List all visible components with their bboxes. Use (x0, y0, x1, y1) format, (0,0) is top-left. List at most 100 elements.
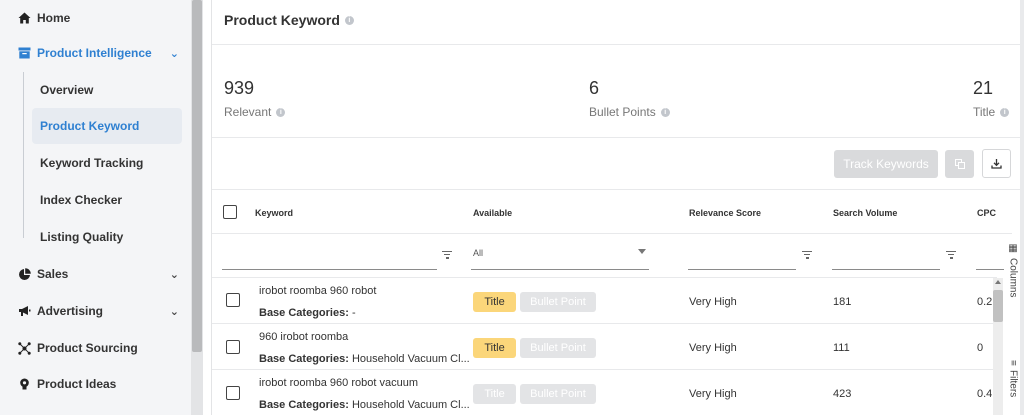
cpc-cell: 0.4 (977, 388, 993, 400)
columns-side-tab-label: Columns (1007, 258, 1019, 298)
title-tag: Title (473, 338, 516, 358)
base-categories-label: Base Categories: (259, 307, 349, 319)
column-header-keyword[interactable]: Keyword (255, 208, 293, 218)
base-categories-label: Base Categories: (259, 353, 349, 365)
base-categories-value: Household Vacuum Cl... (351, 353, 470, 365)
sidebar-item-product-sourcing[interactable]: Product Sourcing (0, 330, 191, 366)
info-icon[interactable]: i (344, 15, 354, 25)
bullet-point-tag: Bullet Point (520, 338, 596, 358)
sidebar-item-product-ideas[interactable]: Product Ideas (0, 366, 191, 402)
megaphone-icon (14, 305, 34, 317)
sidebar-sub-product-keyword[interactable]: Product Keyword (32, 108, 182, 144)
base-categories-cell: Base Categories: - (259, 307, 356, 319)
bullet-point-tag: Bullet Point (520, 292, 596, 312)
main-panel: Product Keyword i 939 Relevant i 6 Bullet… (211, 0, 1024, 415)
row-checkbox[interactable] (226, 340, 240, 354)
relevance-cell: Very High (689, 296, 737, 308)
stat-value: 6 (589, 78, 600, 98)
keyword-cell: irobot roomba 960 robot (259, 285, 377, 297)
column-header-search-volume[interactable]: Search Volume (833, 208, 897, 218)
track-keywords-button[interactable]: Track Keywords (834, 150, 938, 178)
sidebar-scrollbar-thumb[interactable] (192, 0, 202, 352)
network-icon (14, 341, 34, 355)
search-volume-cell: 423 (833, 388, 852, 400)
column-header-cpc[interactable]: CPC (977, 208, 996, 218)
base-categories-cell: Base Categories: Household Vacuum Cl... (259, 399, 470, 411)
scroll-up-icon[interactable] (995, 280, 1001, 284)
info-icon[interactable]: i (1000, 107, 1010, 117)
sidebar-item-label: Sales (37, 267, 69, 281)
sidebar: Home Product Intelligence ⌄ Overview Pro… (0, 0, 191, 415)
sidebar-sub-index-checker[interactable]: Index Checker (32, 182, 182, 218)
table-scrollbar-thumb[interactable] (993, 290, 1003, 322)
sidebar-item-label: Product Sourcing (37, 341, 138, 355)
sidebar-sub-keyword-tracking[interactable]: Keyword Tracking (32, 145, 182, 181)
column-header-available[interactable]: Available (473, 208, 512, 218)
lightbulb-icon (14, 378, 34, 391)
available-filter-select[interactable]: All (473, 248, 483, 258)
filter-icon[interactable] (442, 251, 452, 259)
cpc-filter-input[interactable] (976, 269, 1004, 270)
table-row[interactable]: irobot roomba 960 robot Base Categories:… (212, 278, 997, 324)
search-volume-cell: 111 (833, 342, 850, 354)
sidebar-item-label: Home (37, 11, 71, 25)
page-title: Product Keyword i (224, 12, 354, 28)
copy-button[interactable] (945, 150, 974, 178)
relevance-cell: Very High (689, 388, 737, 400)
download-icon (991, 159, 1002, 169)
row-checkbox[interactable] (226, 293, 240, 307)
stat-title: 21 Title i (973, 78, 1010, 119)
submenu-tree-line (23, 72, 24, 238)
relevance-filter-input[interactable] (688, 269, 796, 270)
select-all-checkbox[interactable] (223, 205, 237, 219)
caret-down-icon[interactable] (638, 249, 646, 254)
divider (212, 44, 1024, 45)
base-categories-label: Base Categories: (259, 399, 349, 411)
chevron-down-icon: ⌄ (169, 268, 179, 281)
sidebar-item-home[interactable]: Home (0, 0, 191, 36)
stat-value: 21 (973, 78, 994, 98)
table-row[interactable]: 960 irobot roomba Base Categories: House… (212, 324, 997, 370)
cpc-cell: 0.2 (977, 296, 993, 308)
stat-relevant: 939 Relevant i (224, 78, 286, 119)
keyword-filter-input[interactable] (222, 269, 437, 270)
available-filter-underline (471, 269, 649, 270)
pie-chart-icon (14, 267, 34, 281)
title-tag: Title (473, 292, 516, 312)
row-checkbox[interactable] (226, 386, 240, 400)
info-icon[interactable]: i (276, 107, 286, 117)
sidebar-item-advertising[interactable]: Advertising ⌄ (0, 293, 191, 329)
filters-side-tab-label: Filters (1007, 369, 1019, 398)
relevance-cell: Very High (689, 342, 737, 354)
window-edge (1020, 0, 1024, 415)
chevron-down-icon: ⌄ (169, 47, 179, 60)
sidebar-item-label: Product Ideas (37, 377, 117, 391)
columns-side-tab[interactable]: ▦ Columns (1006, 243, 1020, 297)
chevron-down-icon: ⌄ (169, 305, 179, 318)
volume-filter-input[interactable] (832, 269, 940, 270)
filter-icon[interactable] (802, 251, 812, 259)
base-categories-cell: Base Categories: Household Vacuum Cl... (259, 353, 470, 365)
filters-side-tab[interactable]: ≡ Filters (1006, 360, 1020, 397)
stat-label: Bullet Points (589, 105, 656, 119)
stat-label: Title (973, 105, 996, 119)
sidebar-sub-listing-quality[interactable]: Listing Quality (32, 219, 182, 255)
sidebar-item-sales[interactable]: Sales ⌄ (0, 256, 191, 292)
divider (212, 233, 1012, 234)
column-header-relevance-score[interactable]: Relevance Score (689, 208, 761, 218)
stat-label: Relevant (224, 105, 272, 119)
home-icon (14, 12, 34, 24)
cpc-cell: 0 (977, 342, 984, 354)
sidebar-item-label: Product Intelligence (37, 46, 152, 60)
sidebar-sub-overview[interactable]: Overview (32, 72, 182, 108)
info-icon[interactable]: i (660, 107, 670, 117)
sidebar-item-product-intelligence[interactable]: Product Intelligence ⌄ (0, 35, 191, 71)
divider (212, 189, 1024, 190)
download-button[interactable] (982, 149, 1011, 178)
copy-icon (954, 159, 965, 169)
title-tag: Title (473, 384, 516, 404)
table-row[interactable]: irobot roomba 960 robot vacuum Base Cate… (212, 370, 997, 415)
base-categories-value: - (351, 307, 356, 319)
filter-icon[interactable] (946, 251, 956, 259)
divider (212, 137, 1024, 138)
